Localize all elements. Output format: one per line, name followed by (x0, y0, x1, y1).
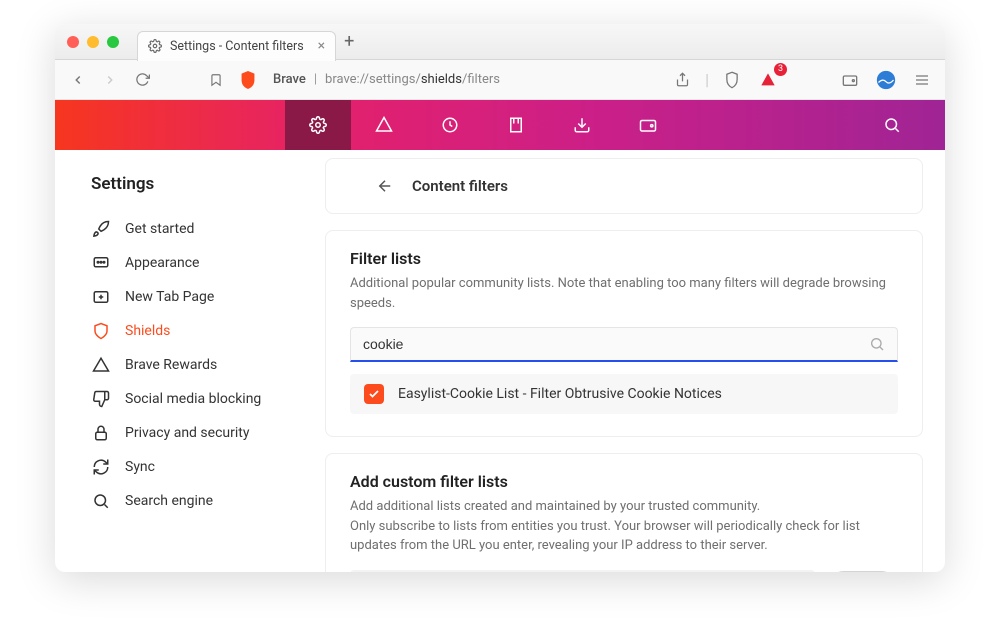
page-title: Content filters (412, 177, 508, 195)
shields-icon[interactable] (719, 67, 745, 93)
maximize-window-button[interactable] (107, 36, 119, 48)
sidebar-item-get-started[interactable]: Get started (91, 212, 325, 246)
custom-filter-card: Add custom filter lists Add additional l… (325, 453, 923, 572)
wallet-icon[interactable] (837, 67, 863, 93)
settings-main: Content filters Filter lists Additional … (325, 150, 945, 572)
sidebar-label: Get started (125, 221, 194, 237)
topnav-history[interactable] (417, 100, 483, 150)
new-tab-icon (91, 287, 111, 307)
gear-icon (148, 39, 162, 53)
menu-icon[interactable] (909, 67, 935, 93)
share-icon[interactable] (669, 67, 695, 93)
traffic-lights (67, 36, 119, 48)
rocket-icon (91, 219, 111, 239)
topnav-settings[interactable] (285, 100, 351, 150)
browser-tab[interactable]: Settings - Content filters × (137, 31, 336, 61)
nav-toolbar: Brave | brave://settings/shields/filters… (55, 60, 945, 100)
nav-back-button[interactable] (65, 67, 91, 93)
topnav-search[interactable] (859, 100, 925, 150)
sidebar-item-privacy-security[interactable]: Privacy and security (91, 416, 325, 450)
add-button[interactable]: Add (827, 571, 898, 573)
address-bar[interactable]: Brave | brave://settings/shields/filters (273, 72, 500, 87)
sidebar-item-brave-rewards[interactable]: Brave Rewards (91, 348, 325, 382)
sidebar-label: Search engine (125, 493, 213, 509)
topnav-downloads[interactable] (549, 100, 615, 150)
sidebar-label: New Tab Page (125, 289, 214, 305)
lock-icon (91, 423, 111, 443)
filter-lists-heading: Filter lists (350, 249, 898, 268)
close-tab-icon[interactable]: × (318, 38, 325, 54)
sidebar-item-sync[interactable]: Sync (91, 450, 325, 484)
profile-avatar[interactable] (873, 67, 899, 93)
sidebar-title: Settings (91, 174, 325, 194)
sidebar-item-shields[interactable]: Shields (91, 314, 325, 348)
page-header-card: Content filters (325, 158, 923, 214)
filter-lists-card: Filter lists Additional popular communit… (325, 230, 923, 437)
settings-top-nav (55, 100, 945, 150)
filter-list-label: Easylist-Cookie List - Filter Obtrusive … (398, 386, 722, 402)
sidebar-label: Brave Rewards (125, 357, 217, 373)
close-window-button[interactable] (67, 36, 79, 48)
sidebar-item-social-media-blocking[interactable]: Social media blocking (91, 382, 325, 416)
nav-reload-button[interactable] (129, 67, 155, 93)
new-tab-button[interactable]: + (344, 31, 354, 52)
sync-icon (91, 457, 111, 477)
custom-filter-url-input[interactable] (350, 570, 815, 573)
custom-filter-desc: Add additional lists created and maintai… (350, 497, 898, 556)
thumbs-down-icon (91, 389, 111, 409)
topnav-rewards[interactable] (351, 100, 417, 150)
settings-sidebar: Settings Get started Appearance New Tab … (55, 150, 325, 572)
filter-list-row[interactable]: Easylist-Cookie List - Filter Obtrusive … (350, 374, 898, 414)
sidebar-item-search-engine[interactable]: Search engine (91, 484, 325, 518)
sidebar-label: Social media blocking (125, 391, 261, 407)
topnav-wallet[interactable] (615, 100, 681, 150)
filter-search-box[interactable] (350, 327, 898, 362)
sidebar-item-appearance[interactable]: Appearance (91, 246, 325, 280)
url-separator: | (314, 72, 317, 87)
back-button[interactable] (374, 175, 396, 197)
appearance-icon (91, 253, 111, 273)
sidebar-label: Privacy and security (125, 425, 249, 441)
titlebar: Settings - Content filters × + (55, 24, 945, 60)
notification-badge: 3 (774, 63, 787, 76)
shield-icon (91, 321, 111, 341)
filter-search-input[interactable] (363, 336, 869, 352)
browser-window: Settings - Content filters × + Brave | b… (55, 24, 945, 572)
filter-checkbox-checked[interactable] (364, 384, 384, 404)
brave-icon (235, 67, 261, 93)
search-icon (91, 491, 111, 511)
sidebar-label: Appearance (125, 255, 199, 271)
rewards-icon[interactable]: 3 (755, 67, 781, 93)
tab-title: Settings - Content filters (170, 39, 304, 54)
minimize-window-button[interactable] (87, 36, 99, 48)
search-icon (869, 336, 885, 352)
triangle-icon (91, 355, 111, 375)
bookmark-icon[interactable] (203, 67, 229, 93)
content-area: Settings Get started Appearance New Tab … (55, 150, 945, 572)
url-brand: Brave (273, 72, 306, 87)
nav-forward-button[interactable] (97, 67, 123, 93)
sidebar-item-new-tab-page[interactable]: New Tab Page (91, 280, 325, 314)
url-text: brave://settings/shields/filters (325, 72, 500, 87)
sidebar-label: Shields (125, 323, 170, 339)
topnav-bookmarks[interactable] (483, 100, 549, 150)
filter-lists-desc: Additional popular community lists. Note… (350, 274, 898, 313)
custom-filter-heading: Add custom filter lists (350, 472, 898, 491)
sidebar-label: Sync (125, 459, 155, 475)
